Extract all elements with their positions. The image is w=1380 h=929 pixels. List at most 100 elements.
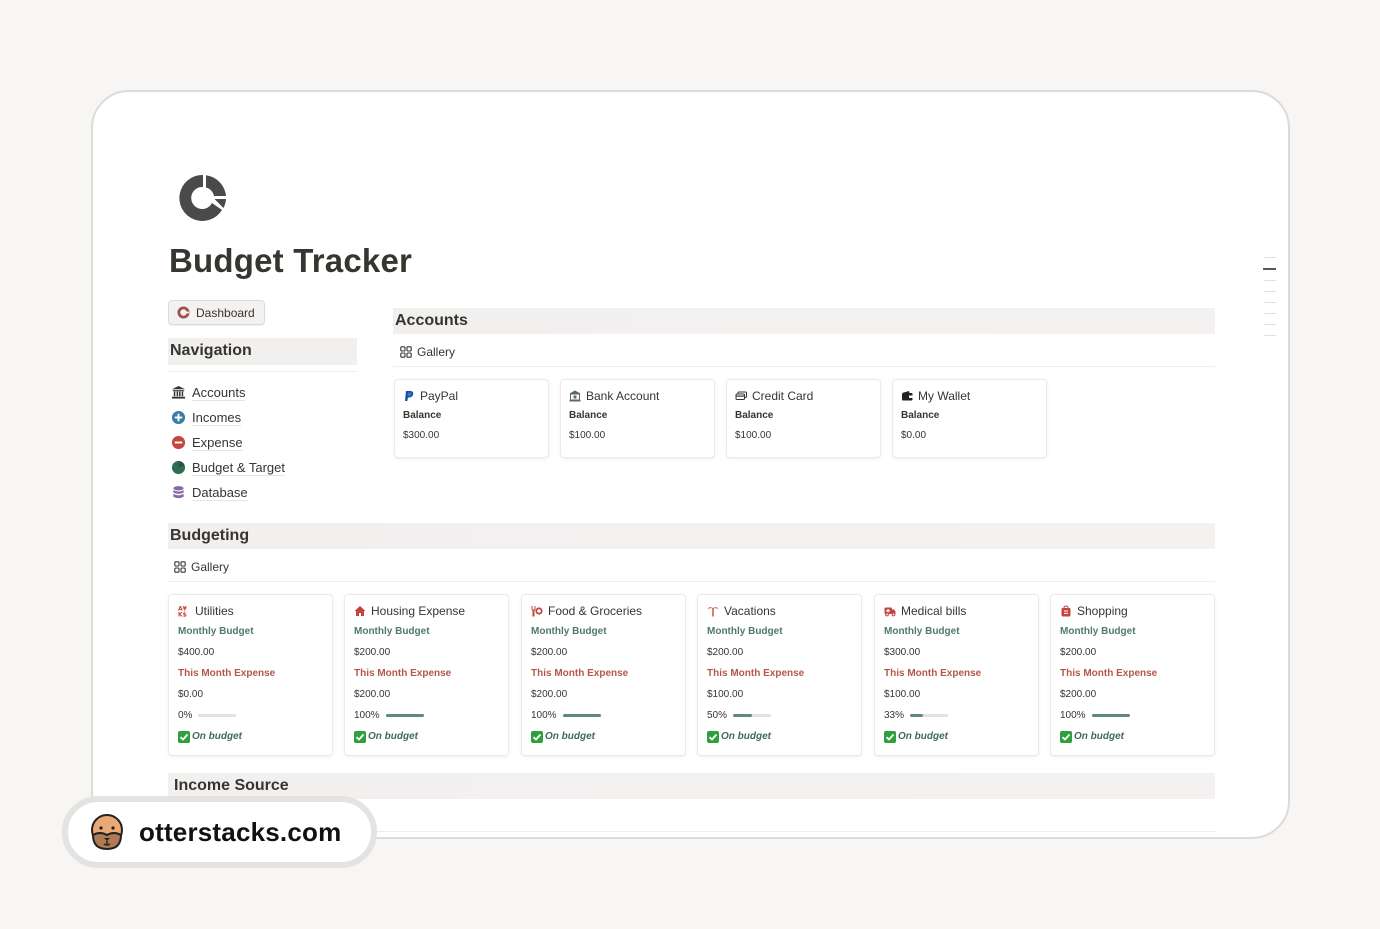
database-icon	[173, 486, 184, 499]
budget-progress-fill	[733, 714, 753, 717]
month-expense-label: This Month Expense	[354, 668, 452, 679]
monthly-budget-label: Monthly Budget	[178, 626, 254, 637]
month-expense-value: $100.00	[884, 689, 921, 700]
balance-label: Balance	[901, 410, 940, 421]
plus-circle-icon	[171, 410, 186, 425]
monthly-budget-value: $200.00	[531, 647, 568, 658]
budgeting-gallery-tab[interactable]: Gallery	[174, 560, 229, 574]
budget-card-utilities[interactable]: A¥ K$ Utilities Monthly Budget $400.00 This M…	[168, 594, 333, 756]
navigation-list: Accounts Incomes Expense Budget & Target	[171, 380, 285, 505]
budget-progress-bar	[562, 714, 601, 717]
balance-label: Balance	[569, 410, 608, 421]
food-icon	[531, 605, 543, 617]
budget-card-vacations[interactable]: Vacations Monthly Budget $200.00 This Month…	[697, 594, 862, 756]
nav-item-incomes[interactable]: Incomes	[171, 405, 285, 430]
outline-mark[interactable]	[1264, 291, 1276, 292]
credit-card-icon	[735, 391, 747, 400]
outline-mark[interactable]	[1264, 280, 1276, 281]
nav-item-label: Budget & Target	[192, 459, 285, 476]
budget-card-housing-expense[interactable]: Housing Expense Monthly Budget $200.00 This…	[344, 594, 509, 756]
svg-text:K$: K$	[178, 612, 187, 618]
budget-category-name: Food & Groceries	[548, 604, 643, 618]
budget-category-name: Housing Expense	[371, 604, 466, 618]
account-card-paypal[interactable]: PayPal Balance $300.00	[394, 379, 549, 458]
budgeting-heading: Budgeting	[168, 523, 1215, 549]
balance-value: $0.00	[901, 430, 927, 441]
budgeting-tab-divider	[168, 581, 1215, 582]
nav-item-database[interactable]: Database	[171, 480, 285, 505]
outline-mark[interactable]	[1264, 335, 1276, 336]
nav-item-budget-target[interactable]: Budget & Target	[171, 455, 285, 480]
budget-category-name: Vacations	[724, 604, 776, 618]
accounts-heading: Accounts	[393, 308, 1215, 334]
dashboard-icon	[177, 306, 190, 319]
nav-item-expense[interactable]: Expense	[171, 430, 285, 455]
percent-used-label: 33%	[884, 710, 905, 721]
month-expense-label: This Month Expense	[178, 668, 276, 679]
page-title: Budget Tracker	[169, 242, 413, 279]
watermark-badge: otterstacks.com	[62, 796, 377, 868]
otter-icon	[91, 814, 123, 851]
outline-mark[interactable]	[1264, 313, 1276, 314]
shopping-bag-icon	[1060, 605, 1072, 617]
check-mark-icon	[354, 730, 366, 743]
pie-chart-icon	[171, 460, 186, 475]
house-icon	[354, 605, 366, 617]
month-expense-value: $200.00	[354, 689, 391, 700]
nav-item-accounts[interactable]: Accounts	[171, 380, 285, 405]
month-expense-value: $200.00	[531, 689, 568, 700]
budget-status: On budget	[707, 726, 852, 747]
month-expense-value: $0.00	[178, 689, 204, 700]
accounts-tab-divider	[393, 366, 1215, 367]
budget-status: On budget	[1060, 726, 1205, 747]
budget-status: On budget	[531, 726, 676, 747]
budget-status-text: On budget	[192, 731, 242, 742]
percent-used-label: 0%	[178, 710, 193, 721]
budget-progress-fill	[385, 714, 424, 717]
budget-progress-bar	[385, 714, 424, 717]
budget-card-food-groceries[interactable]: Food & Groceries Monthly Budget $200.00 Thi…	[521, 594, 686, 756]
gallery-icon	[174, 561, 186, 573]
monthly-budget-label: Monthly Budget	[707, 626, 783, 637]
percent-used-label: 100%	[354, 710, 380, 721]
budget-category-name: Shopping	[1077, 604, 1128, 618]
budget-category-name: Medical bills	[901, 604, 967, 618]
budget-progress-fill	[1091, 714, 1130, 717]
outline-mark[interactable]	[1264, 302, 1276, 303]
balance-label: Balance	[735, 410, 774, 421]
nav-item-label: Incomes	[192, 409, 242, 426]
outline-mark-active[interactable]	[1263, 268, 1276, 270]
budget-progress-bar	[733, 714, 772, 717]
budget-status: On budget	[178, 726, 323, 747]
account-card-bank-account[interactable]: Bank Account Balance $100.00	[560, 379, 715, 458]
budget-status-text: On budget	[1074, 731, 1124, 742]
budget-status-text: On budget	[368, 731, 418, 742]
monthly-budget-value: $200.00	[354, 647, 391, 658]
month-expense-label: This Month Expense	[1060, 668, 1158, 679]
account-name: My Wallet	[918, 389, 971, 403]
page-outline[interactable]	[1263, 257, 1276, 346]
balance-value: $100.00	[735, 430, 772, 441]
minus-circle-icon	[171, 435, 186, 450]
month-expense-label: This Month Expense	[707, 668, 805, 679]
monthly-budget-label: Monthly Budget	[531, 626, 607, 637]
accounts-gallery-tab[interactable]: Gallery	[400, 345, 455, 359]
outline-mark[interactable]	[1264, 257, 1276, 258]
watermark-text: otterstacks.com	[139, 816, 342, 847]
account-card-my-wallet[interactable]: My Wallet Balance $0.00	[892, 379, 1047, 458]
dashboard-button[interactable]: Dashboard	[168, 300, 265, 325]
budget-card-shopping[interactable]: Shopping Monthly Budget $200.00 This Month …	[1050, 594, 1215, 756]
outline-mark[interactable]	[1264, 324, 1276, 325]
balance-value: $300.00	[403, 430, 440, 441]
budget-status-text: On budget	[545, 731, 595, 742]
monthly-budget-value: $200.00	[1060, 647, 1097, 658]
percent-used-label: 50%	[707, 710, 728, 721]
monthly-budget-label: Monthly Budget	[884, 626, 960, 637]
budget-card-medical-bills[interactable]: Medical bills Monthly Budget $300.00 This M…	[874, 594, 1039, 756]
budget-logo-icon	[179, 174, 226, 221]
account-card-credit-card[interactable]: Credit Card Balance $100.00	[726, 379, 881, 458]
gallery-icon	[400, 346, 412, 358]
navigation-divider	[168, 371, 357, 372]
budget-status: On budget	[354, 726, 499, 747]
wallet-icon	[902, 391, 913, 401]
